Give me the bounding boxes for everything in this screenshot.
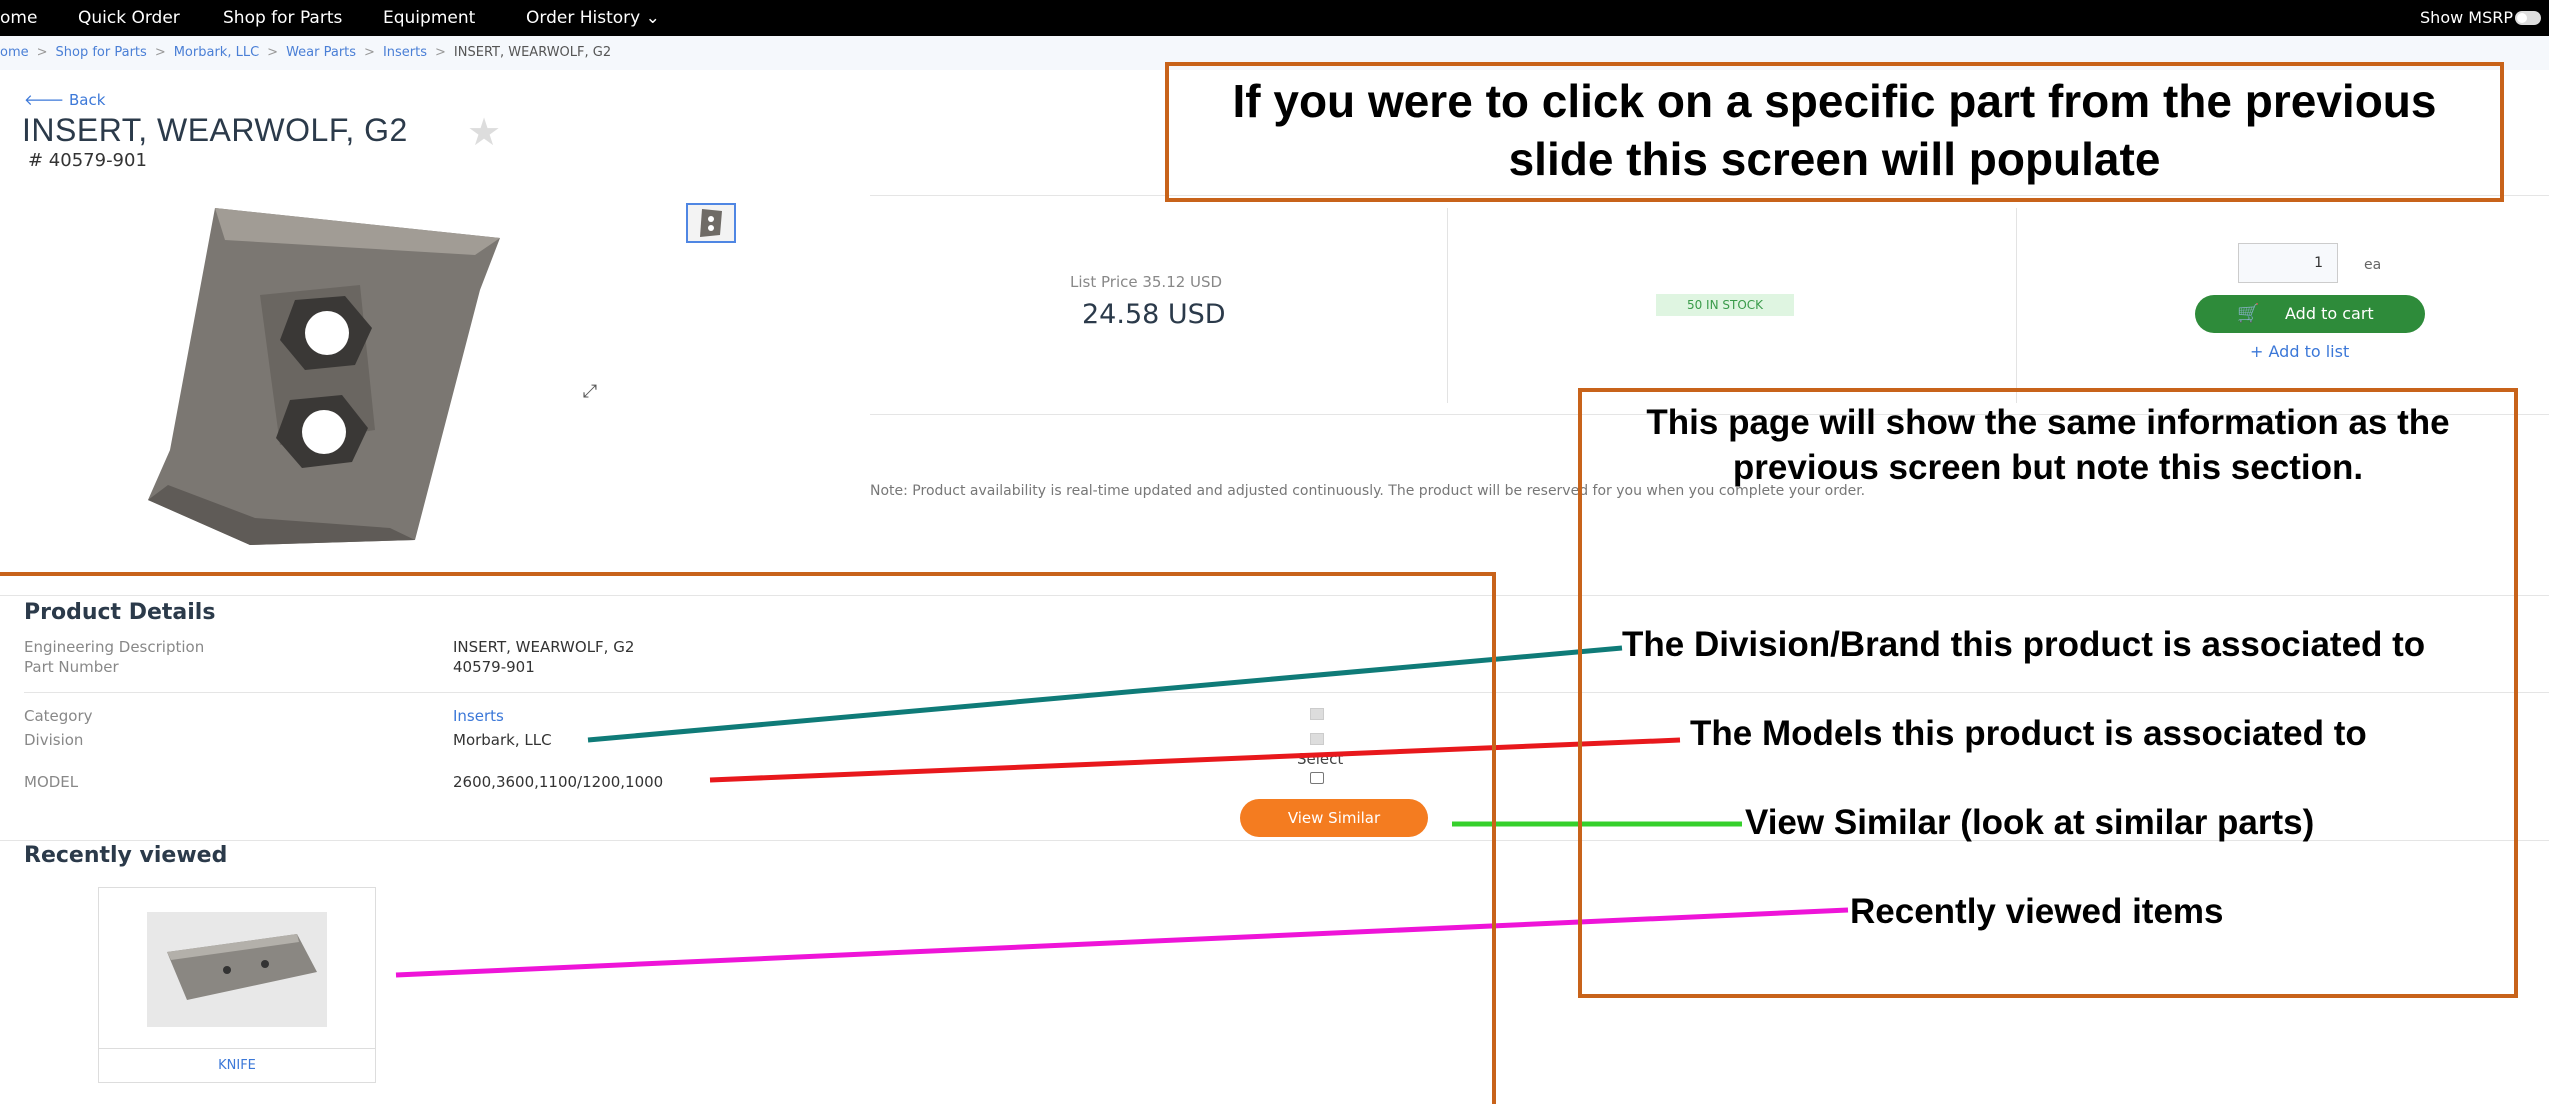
add-to-list-link[interactable]: + Add to list xyxy=(2250,342,2349,361)
annotation-similar-text: View Similar (look at similar parts) xyxy=(1745,803,2315,842)
stock-badge: 50 IN STOCK xyxy=(1656,294,1794,316)
back-link[interactable]: 🡐 Back xyxy=(24,90,105,109)
breadcrumb-morbark[interactable]: Morbark, LLC xyxy=(174,45,259,60)
add-to-cart-label: Add to cart xyxy=(2285,304,2374,323)
product-image xyxy=(148,208,500,545)
nav-shop-for-parts[interactable]: Shop for Parts xyxy=(223,8,342,28)
msrp-toggle[interactable] xyxy=(2515,11,2541,25)
star-icon[interactable]: ★ xyxy=(467,110,501,154)
breadcrumb-wear-parts[interactable]: Wear Parts xyxy=(286,45,356,60)
nav-order-history-label: Order History xyxy=(526,8,641,28)
annotation-section-text: This page will show the same information… xyxy=(1646,403,2450,487)
divider xyxy=(2016,208,2017,403)
breadcrumb-shop-for-parts[interactable]: Shop for Parts xyxy=(56,45,147,60)
nav-home[interactable]: ome xyxy=(0,8,37,28)
list-price: List Price 35.12 USD xyxy=(1070,273,1223,291)
breadcrumb-separator: > xyxy=(36,45,48,60)
add-to-cart-button[interactable]: 🛒 Add to cart xyxy=(2195,295,2425,333)
breadcrumb-separator: > xyxy=(154,45,166,60)
divider xyxy=(1447,208,1448,403)
chevron-down-icon: ⌄ xyxy=(645,8,660,28)
nav-order-history[interactable]: Order History ⌄ xyxy=(526,8,660,28)
breadcrumb-inserts[interactable]: Inserts xyxy=(383,45,427,60)
annotation-recent-text: Recently viewed items xyxy=(1850,892,2224,931)
breadcrumb-current: INSERT, WEARWOLF, G2 xyxy=(453,45,612,60)
quantity-unit: ea xyxy=(2364,257,2382,273)
add-to-list-label: Add to list xyxy=(2268,342,2350,361)
sale-price: 24.58 USD xyxy=(1082,299,1226,330)
nav-quick-order[interactable]: Quick Order xyxy=(78,8,180,28)
breadcrumb-home[interactable]: ome xyxy=(0,45,29,60)
nav-equipment[interactable]: Equipment xyxy=(383,8,475,28)
quantity-input[interactable]: 1 xyxy=(2238,243,2338,283)
annotation-box-details xyxy=(0,572,1496,1104)
product-title: INSERT, WEARWOLF, G2 xyxy=(22,112,408,148)
cart-icon: 🛒 xyxy=(2237,303,2260,324)
breadcrumb-separator: > xyxy=(267,45,279,60)
part-number: # 40579-901 xyxy=(28,150,147,171)
annotation-division-text: The Division/Brand this product is assoc… xyxy=(1622,625,2426,664)
expand-icon[interactable]: ⤢ xyxy=(578,380,602,404)
annotation-top-text: If you were to click on a specific part … xyxy=(1232,75,2437,185)
product-thumbnail[interactable] xyxy=(686,203,736,243)
back-label: Back xyxy=(69,91,106,109)
top-nav-bar: ome Quick Order Shop for Parts Equipment… xyxy=(0,0,2549,36)
breadcrumb-separator: > xyxy=(435,45,446,60)
plus-icon: + xyxy=(2250,342,2264,361)
annotation-models-text: The Models this product is associated to xyxy=(1690,714,2367,753)
show-msrp-label: Show MSRP xyxy=(2420,8,2513,27)
arrow-left-icon: 🡐 xyxy=(24,91,65,109)
breadcrumb-separator: > xyxy=(364,45,375,60)
